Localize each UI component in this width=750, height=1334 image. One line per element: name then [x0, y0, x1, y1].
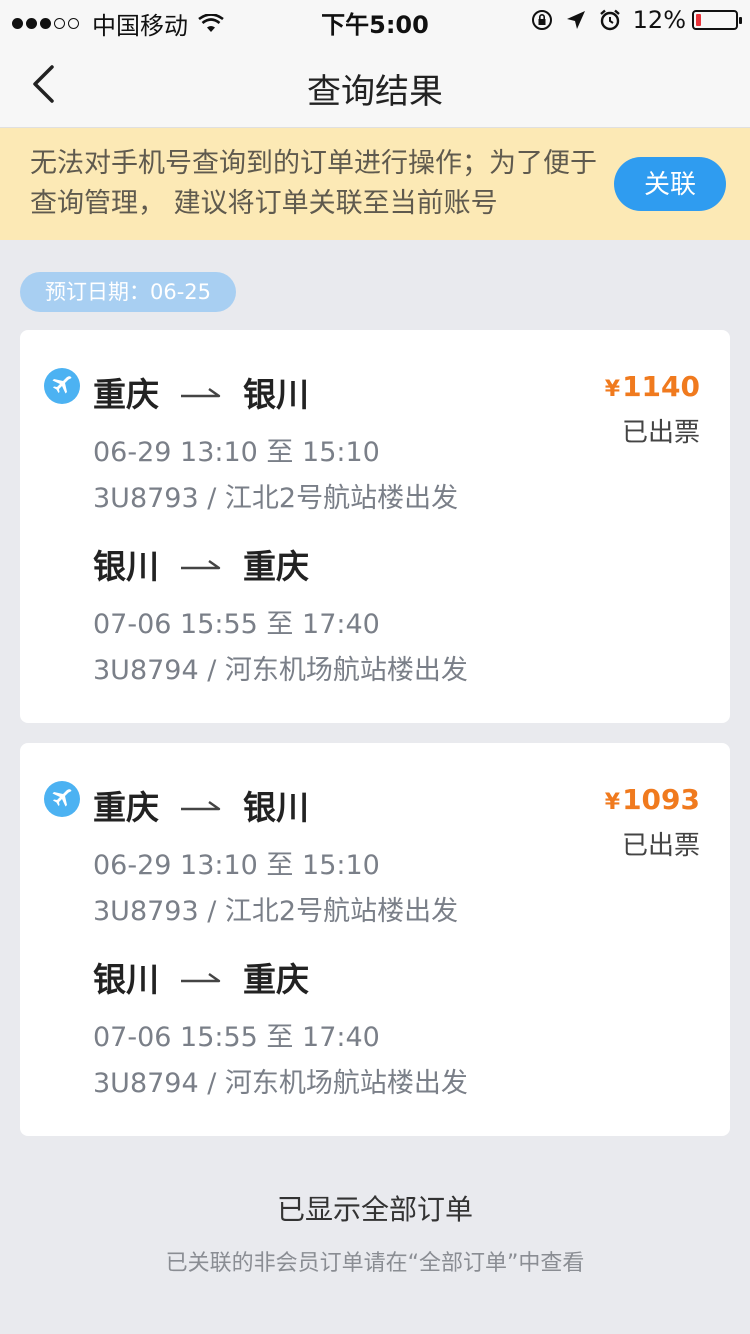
flight-number-terminal: 3U8793 / 江北2号航站楼出发 [93, 896, 459, 927]
rotation-lock-icon [531, 10, 552, 30]
flight-time: 07-06 15:55 至 17:40 [93, 609, 380, 640]
flight-time: 07-06 15:55 至 17:40 [93, 1022, 380, 1053]
flight-time: 06-29 13:10 至 15:10 [93, 437, 380, 468]
route-origin: 银川 [93, 960, 159, 999]
ticket-status: 已出票 [621, 831, 700, 861]
arrow-right-icon [181, 388, 221, 398]
route-destination: 银川 [243, 375, 309, 414]
battery-level-fill [696, 14, 701, 26]
order-card[interactable]: 重庆 银川 06-29 13:10 至 15:10 3U8793 / 江北2号航站楼出… [20, 330, 730, 723]
arrow-right-icon [181, 560, 221, 570]
route-destination: 重庆 [243, 960, 309, 999]
nav-bar: 查询结果 [0, 40, 750, 128]
airplane-icon [44, 368, 80, 404]
flight-time: 06-29 13:10 至 15:10 [93, 850, 380, 881]
notice-text: 无法对手机号查询到的订单进行操作；为了便于查询管理， 建议将订单关联至当前账号 [30, 148, 597, 219]
route-destination: 银川 [243, 788, 309, 827]
link-order-button[interactable]: 关联 [614, 157, 726, 211]
order-price: ¥1093 [605, 783, 700, 816]
airplane-icon [44, 781, 80, 817]
order-card[interactable]: 重庆 银川 06-29 13:10 至 15:10 3U8793 / 江北2号航站楼出… [20, 743, 730, 1136]
price-amount: 1140 [622, 370, 700, 403]
booking-date-badge: 预订日期：06-25 [20, 272, 236, 312]
flight-route: 银川 重庆 [93, 540, 309, 588]
status-bar: 中国移动 下午5:00 12% [0, 0, 750, 40]
currency-symbol: ¥ [604, 790, 621, 815]
flight-route: 重庆 银川 [93, 368, 309, 416]
currency-symbol: ¥ [604, 377, 621, 402]
flight-number-terminal: 3U8793 / 江北2号航站楼出发 [93, 483, 459, 514]
order-price: ¥1140 [605, 370, 700, 403]
battery-percent: 12% [632, 6, 686, 34]
ticket-status: 已出票 [621, 418, 700, 448]
page-title: 查询结果 [307, 72, 443, 112]
flight-number-terminal: 3U8794 / 河东机场航站楼出发 [93, 1068, 468, 1099]
price-amount: 1093 [622, 783, 700, 816]
alarm-icon [599, 9, 620, 31]
arrow-right-icon [181, 973, 221, 983]
battery-icon [692, 10, 742, 30]
status-right: 12% [531, 6, 742, 34]
footer-hint: 已关联的非会员订单请在“全部订单”中查看 [165, 1251, 585, 1276]
route-origin: 银川 [93, 547, 159, 586]
route-origin: 重庆 [93, 375, 159, 414]
all-orders-shown-label: 已显示全部订单 [276, 1193, 473, 1226]
route-destination: 重庆 [243, 547, 309, 586]
flight-route: 重庆 银川 [93, 781, 309, 829]
route-origin: 重庆 [93, 788, 159, 827]
location-arrow-icon [566, 11, 585, 29]
flight-number-terminal: 3U8794 / 河东机场航站楼出发 [93, 655, 468, 686]
flight-route: 银川 重庆 [93, 953, 309, 1001]
arrow-right-icon [181, 801, 221, 811]
